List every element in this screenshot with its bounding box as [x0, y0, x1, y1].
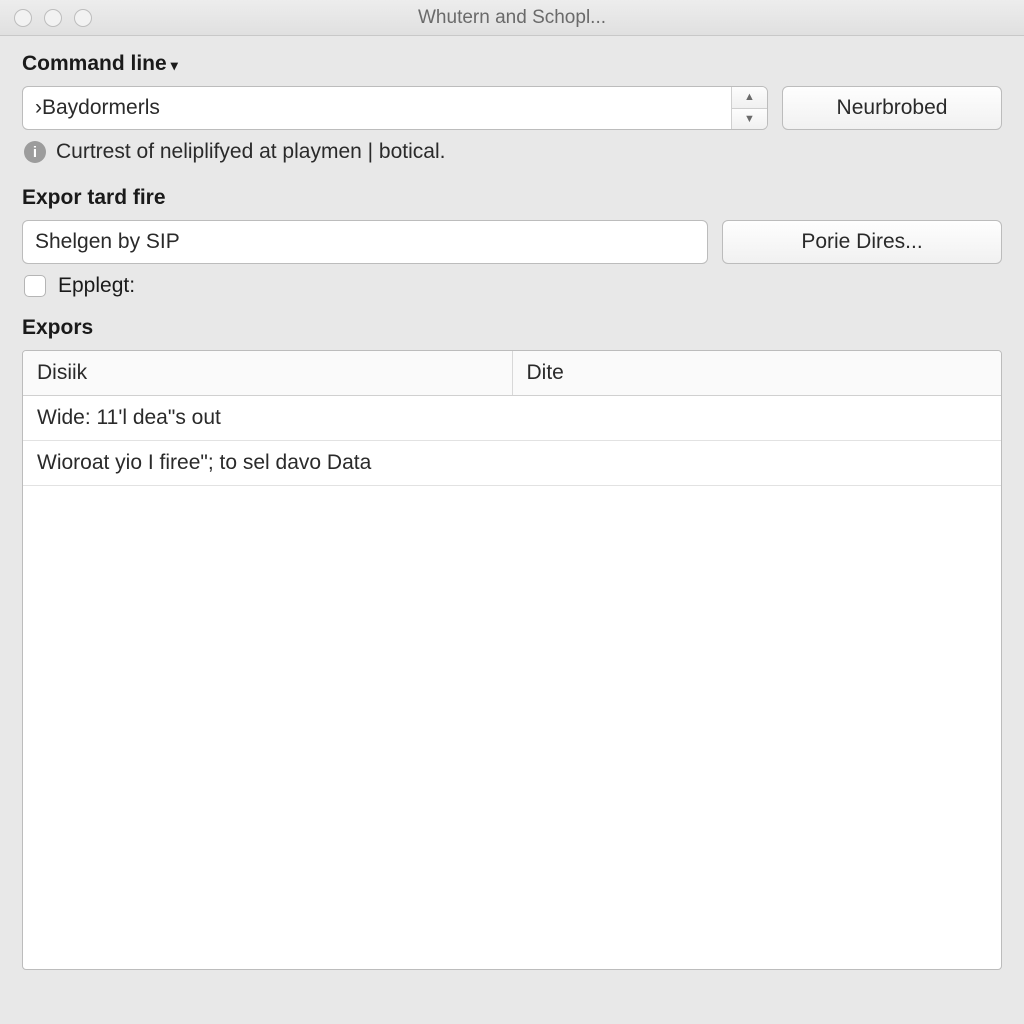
exports-table-wrap: Disiik Dite Wide: 11'l dea"s out Wioroat…	[22, 350, 1002, 970]
export-checkbox-label: Epplegt:	[58, 274, 135, 298]
table-row[interactable]: Wioroat yio I firee"; to sel davo Data	[23, 441, 1001, 486]
table-header-col-2[interactable]: Dite	[512, 351, 1001, 396]
table-cell: Wioroat yio I firee"; to sel davo Data	[23, 441, 512, 486]
close-window-button[interactable]	[14, 9, 32, 27]
browse-button[interactable]: Porie Dires...	[722, 220, 1002, 264]
table-row[interactable]: Wide: 11'l dea"s out	[23, 396, 1001, 441]
info-icon: i	[24, 141, 46, 163]
table-header-row: Disiik Dite	[23, 351, 1001, 396]
command-action-button-label: Neurbrobed	[837, 96, 948, 120]
export-file-label: Expor tard fire	[22, 186, 1002, 210]
stepper-down-icon[interactable]: ▼	[732, 109, 767, 130]
table-cell	[512, 396, 1001, 441]
export-checkbox-row: Epplegt:	[24, 274, 1002, 298]
export-checkbox[interactable]	[24, 275, 46, 297]
stepper-up-icon[interactable]: ▲	[732, 87, 767, 109]
table-cell: Wide: 11'l dea"s out	[23, 396, 512, 441]
chevron-down-icon: ▾	[171, 57, 178, 74]
export-file-input[interactable]	[22, 220, 708, 264]
browse-button-label: Porie Dires...	[801, 230, 922, 254]
command-info-text: Curtrest of neliplifyed at playmen | bot…	[56, 140, 445, 164]
exports-label: Expors	[22, 316, 1002, 340]
table-header-col-1[interactable]: Disiik	[23, 351, 512, 396]
minimize-window-button[interactable]	[44, 9, 62, 27]
zoom-window-button[interactable]	[74, 9, 92, 27]
command-line-label[interactable]: Command line ▾	[22, 52, 178, 76]
command-line-label-text: Command line	[22, 52, 167, 76]
table-cell	[512, 441, 1001, 486]
command-info-row: i Curtrest of neliplifyed at playmen | b…	[24, 140, 1002, 164]
command-line-input[interactable]	[23, 96, 731, 120]
dialog-content: Command line ▾ ▲ ▼ Neurbrobed i Curtrest…	[0, 36, 1024, 970]
titlebar: Whutern and Schopl...	[0, 0, 1024, 36]
command-line-stepper[interactable]: ▲ ▼	[731, 87, 767, 129]
window-title: Whutern and Schopl...	[0, 7, 1024, 29]
command-action-button[interactable]: Neurbrobed	[782, 86, 1002, 130]
window-controls	[0, 9, 92, 27]
command-line-combobox[interactable]: ▲ ▼	[22, 86, 768, 130]
exports-table[interactable]: Disiik Dite Wide: 11'l dea"s out Wioroat…	[23, 351, 1001, 486]
